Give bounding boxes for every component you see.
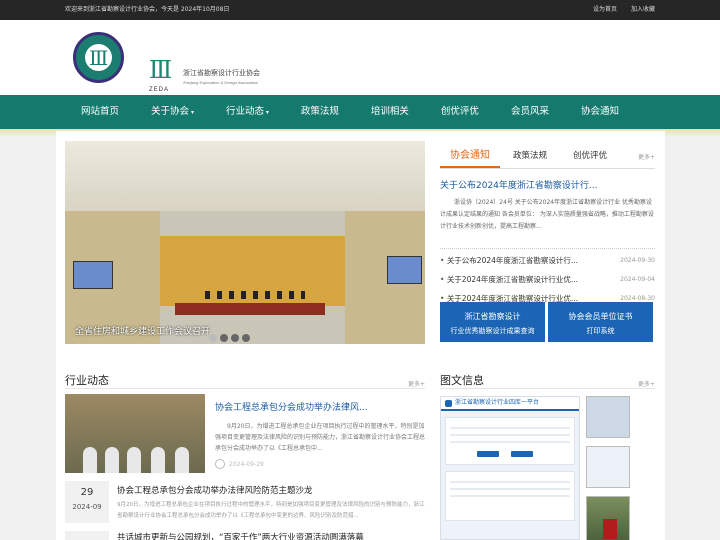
section-title: 图文信息	[440, 372, 484, 388]
slider-dot[interactable]	[209, 334, 217, 342]
picture-thumbnails	[586, 396, 630, 540]
date-month: 2024-09	[65, 503, 109, 511]
platform-title: 浙江省勘察设计行业四库一平台	[441, 397, 579, 411]
slider-dot[interactable]	[220, 334, 228, 342]
date-day: 29	[65, 487, 109, 498]
featured-notice-desc: 浙设协〔2024〕24号 关于公布2024年度浙江省勘察设计行业 优秀勘察设计成…	[440, 197, 655, 235]
thumbnail[interactable]	[586, 496, 630, 540]
slider-dot[interactable]	[231, 334, 239, 342]
site-header: Ⅲ Ⅲ ZEDA 浙江省勘察设计行业协会 Zhejiang Exploratio…	[0, 20, 720, 95]
featured-news-title[interactable]: 协会工程总承包分会成功举办法律风...	[215, 400, 425, 413]
date-box: 29 2024-09	[65, 481, 109, 523]
tab-awards[interactable]: 创优评优	[560, 143, 620, 168]
screen-right	[387, 256, 422, 284]
tab-policies[interactable]: 政策法规	[500, 143, 560, 168]
member-certificate-banner[interactable]: 协会会员单位证书 打印系统	[548, 302, 653, 342]
notice-more-link[interactable]: 更多+	[638, 152, 655, 161]
seal-mark: Ⅲ	[89, 46, 108, 70]
set-home-link[interactable]: 设为首页	[593, 6, 617, 13]
featured-news-desc: 9月20日，为增进工程总承包企业在项目执行过程中的管理水平，特别是加强项目变更管…	[215, 421, 425, 454]
industry-more-link[interactable]: 更多+	[408, 379, 425, 388]
thumbnail[interactable]	[586, 446, 630, 488]
thumbnail[interactable]	[586, 396, 630, 438]
slider-dot[interactable]	[242, 334, 250, 342]
news-item-desc: 9月20日，为增进工程总承包企业在项目执行过程中的管理水平，特别是加强项目变更管…	[117, 500, 425, 522]
add-favorite-link[interactable]: 加入收藏	[631, 6, 655, 13]
notice-item-title[interactable]: 关于2024年度浙江省勘察设计行业优...	[440, 270, 578, 289]
news-photo[interactable]	[65, 394, 205, 473]
pictures-more-link[interactable]: 更多+	[638, 379, 655, 388]
nav-training[interactable]: 培训相关	[355, 95, 425, 129]
banner-line: 行业优秀勘察设计成果查询	[440, 324, 545, 338]
notice-item-title[interactable]: 关于公布2024年度浙江省勘察设计行...	[440, 251, 578, 270]
notice-item-date: 2024-09-04	[620, 270, 655, 289]
welcome-text: 欢迎来到浙江省勘察设计行业协会，今天是 2024年10月08日	[65, 0, 229, 20]
screen-left	[73, 261, 113, 289]
main-content: 全省住房和城乡建设工作会议召开 协会通知 政策法规 创优评优 更多+ 关于公布2…	[56, 131, 665, 540]
banner-line: 打印系统	[548, 324, 653, 338]
association-seal-logo[interactable]: Ⅲ	[73, 32, 124, 83]
section-title: 行业动态	[65, 372, 109, 388]
nav-policies[interactable]: 政策法规	[285, 95, 355, 129]
featured-news: 协会工程总承包分会成功举办法律风... 9月20日，为增进工程总承包企业在项目执…	[215, 400, 425, 469]
list-item: 关于公布2024年度浙江省勘察设计行... 2024-09-30	[440, 251, 655, 270]
nav-home[interactable]: 网站首页	[65, 95, 135, 129]
tab-notices[interactable]: 协会通知	[440, 143, 500, 168]
org-name: 浙江省勘察设计行业协会	[183, 68, 260, 78]
featured-news-date: 2024-09-29	[229, 461, 264, 468]
notice-list: 关于公布2024年度浙江省勘察设计行... 2024-09-30 关于2024年…	[440, 248, 655, 308]
featured-notice-title[interactable]: 关于公布2024年度浙江省勘察设计行...	[440, 178, 655, 191]
news-slider[interactable]: 全省住房和城乡建设工作会议召开	[65, 141, 425, 344]
nav-notices[interactable]: 协会通知	[565, 95, 635, 129]
notice-item-date: 2024-09-30	[620, 251, 655, 270]
slider-dots	[209, 334, 250, 342]
clock-icon	[215, 459, 225, 469]
list-item: 关于2024年度浙江省勘察设计行业优... 2024-09-04	[440, 270, 655, 289]
nav-industry-news[interactable]: 行业动态	[210, 95, 285, 129]
top-bar: 欢迎来到浙江省勘察设计行业协会，今天是 2024年10月08日 设为首页 加入收…	[0, 0, 720, 20]
list-item: 共话城市更新与公园规划，“百家千作”两大行业资源活动圆满落幕	[65, 531, 425, 540]
main-nav: 网站首页 关于协会 行业动态 政策法规 培训相关 创优评优 会员风采 协会通知	[0, 95, 720, 129]
platform-screenshot[interactable]: 浙江省勘察设计行业四库一平台	[440, 396, 580, 540]
banner-line: 浙江省勘察设计	[440, 310, 545, 324]
pictures-header: 图文信息 更多+	[440, 369, 655, 389]
slider-caption[interactable]: 全省住房和城乡建设工作会议召开	[75, 324, 210, 337]
podium-table	[175, 303, 325, 315]
top-links: 设为首页 加入收藏	[581, 0, 655, 20]
nav-awards[interactable]: 创优评优	[425, 95, 495, 129]
zeda-logo-mark: Ⅲ	[149, 56, 172, 84]
list-item: 29 2024-09 协会工程总承包分会成功举办法律风险防范主题沙龙 9月20日…	[65, 481, 425, 526]
org-name-en: Zhejiang Exploration & Design Associatio…	[183, 80, 258, 85]
nav-members[interactable]: 会员风采	[495, 95, 565, 129]
quick-banners: 浙江省勘察设计 行业优秀勘察设计成果查询 协会会员单位证书 打印系统	[440, 302, 653, 342]
banner-line: 协会会员单位证书	[548, 310, 653, 324]
industry-news-header: 行业动态 更多+	[65, 369, 425, 389]
notice-tabs: 协会通知 政策法规 创优评优 更多+	[440, 143, 655, 169]
news-item-title[interactable]: 共话城市更新与公园规划，“百家千作”两大行业资源活动圆满落幕	[117, 531, 364, 540]
zeda-logo-text: ZEDA	[149, 87, 169, 93]
design-results-query-banner[interactable]: 浙江省勘察设计 行业优秀勘察设计成果查询	[440, 302, 545, 342]
news-item-title[interactable]: 协会工程总承包分会成功举办法律风险防范主题沙龙	[117, 484, 425, 496]
zeda-logo[interactable]: Ⅲ ZEDA	[147, 60, 175, 95]
nav-about[interactable]: 关于协会	[135, 95, 210, 129]
